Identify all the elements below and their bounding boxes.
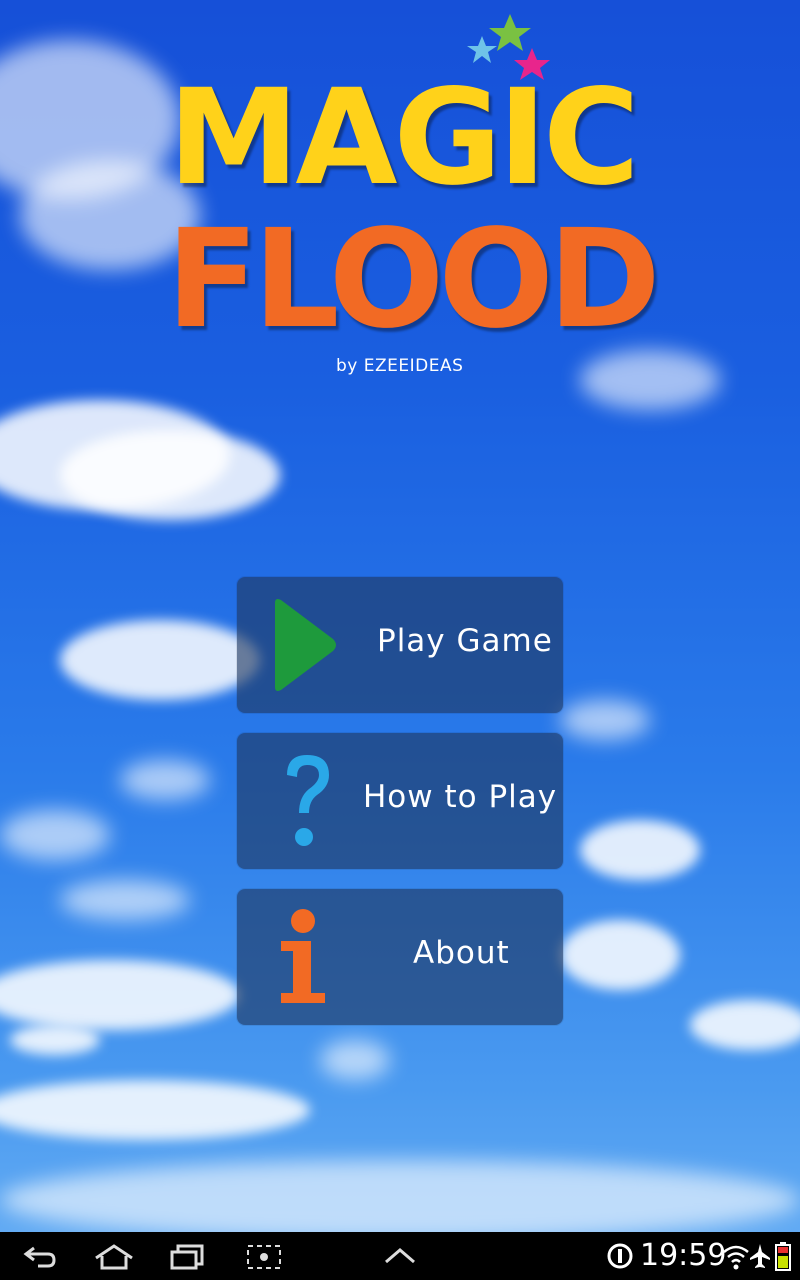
airplane-icon xyxy=(750,1244,770,1268)
screenshot-icon[interactable] xyxy=(244,1240,284,1272)
how-to-play-button[interactable]: How to Play xyxy=(237,733,563,869)
play-icon xyxy=(275,599,336,691)
back-icon[interactable] xyxy=(20,1240,60,1272)
system-navigation-bar: 19:59 xyxy=(0,1232,800,1280)
wifi-icon xyxy=(723,1245,749,1270)
play-game-button[interactable]: Play Game xyxy=(237,577,563,713)
logo-title-magic: MAGIC xyxy=(168,61,640,215)
about-button[interactable]: About xyxy=(237,889,563,1025)
settings-icon xyxy=(607,1243,633,1269)
battery-icon xyxy=(775,1242,791,1271)
info-icon xyxy=(281,909,325,1003)
logo-title-flood: FLOOD xyxy=(166,201,661,359)
home-icon[interactable] xyxy=(92,1240,136,1272)
question-icon xyxy=(287,755,329,846)
app-logo: MAGIC FLOOD by EZEEIDEAS xyxy=(0,0,800,400)
play-game-label: Play Game xyxy=(377,623,553,659)
clock: 19:59 xyxy=(640,1238,727,1273)
up-arrow-icon[interactable] xyxy=(380,1240,420,1272)
about-label: About xyxy=(413,935,510,971)
logo-byline: by EZEEIDEAS xyxy=(336,356,464,376)
how-to-play-label: How to Play xyxy=(363,779,558,815)
recent-apps-icon[interactable] xyxy=(168,1240,208,1272)
